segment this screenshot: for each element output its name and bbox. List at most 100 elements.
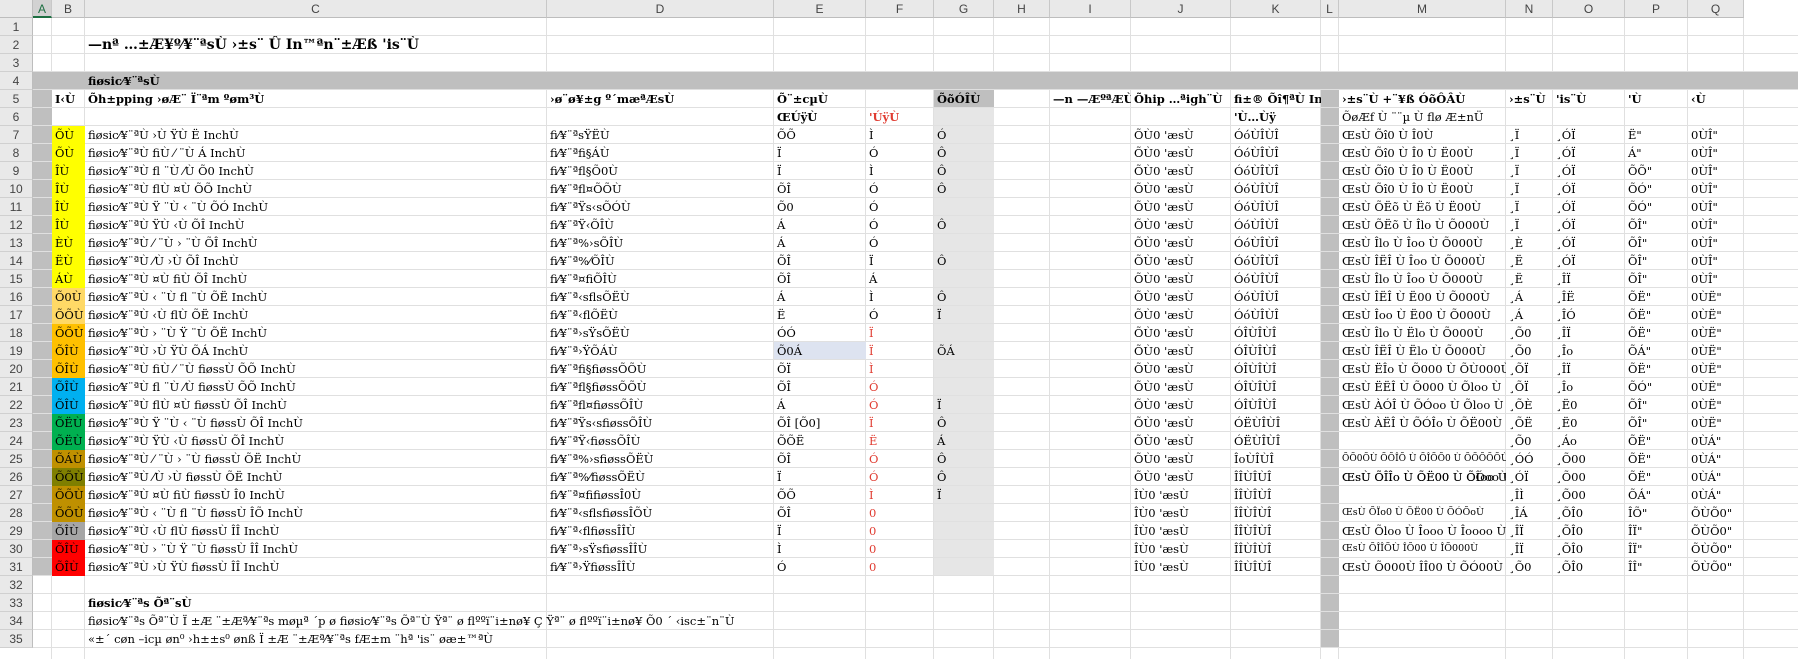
cell-e-row20[interactable]: ÕÏ — [774, 360, 866, 378]
cell-c-row13[interactable]: fiøsic⁄¥¨ªÙ ⁄ ¨Ù › ¨Ù ÕÎ InchÙ — [85, 234, 547, 252]
cell-g-row16[interactable]: Ô — [934, 288, 994, 306]
cell-g-row22[interactable]: Ï — [934, 396, 994, 414]
cell-e-row11[interactable]: Õ0 — [774, 198, 866, 216]
cell-k-row17[interactable]: ÓóÙÎÙÎ — [1231, 306, 1321, 324]
cell-c-row11[interactable]: fiøsic⁄¥¨ªÙ Ÿ ¨Ù ‹ ¨Ù ÕÓ InchÙ — [85, 198, 547, 216]
cell-d-row22[interactable]: fi⁄¥¨ªfl¤fiøssÕÎÙ — [547, 396, 774, 414]
cell-m-row8[interactable]: ŒsÙ Õî0 Ù Î0 Ù Ë00Ù — [1339, 144, 1506, 162]
cell-d-row9[interactable]: fi⁄¥¨ªfl§Õ0Ù — [547, 162, 774, 180]
cell-b-row19[interactable]: ÕÎÙ — [52, 342, 85, 360]
cell-p-row22[interactable]: ÕÎ" — [1625, 396, 1688, 414]
header-q[interactable]: ‹Ù — [1688, 90, 1744, 108]
cell-p-row28[interactable]: ÎÕ" — [1625, 504, 1688, 522]
cell-q-row17[interactable]: 0ÙË" — [1688, 306, 1744, 324]
cell-j-row8[interactable]: ÕÙ0 'æsÙ — [1131, 144, 1231, 162]
cell-f-row20[interactable]: Ì — [866, 360, 934, 378]
cell-b-row18[interactable]: ÕÕÙ — [52, 324, 85, 342]
cell-m-row22[interactable]: ŒsÙ ÀÓÎ Ù ÕÓoo Ù Õloo Ù — [1339, 396, 1506, 414]
cell-n-row21[interactable]: ¸ÕÏ — [1506, 378, 1553, 396]
cell-j-row17[interactable]: ÕÙ0 'æsÙ — [1131, 306, 1231, 324]
cell-e-row18[interactable]: ÓÓ — [774, 324, 866, 342]
cell-k-row31[interactable]: ÎÎÙÎÙÎ — [1231, 558, 1321, 576]
cell-j-row7[interactable]: ÕÙ0 'æsÙ — [1131, 126, 1231, 144]
row-header-27[interactable]: 27 — [0, 486, 33, 504]
cell-m-row24[interactable] — [1339, 432, 1506, 450]
cell-f-row16[interactable]: Ì — [866, 288, 934, 306]
cell-d-row10[interactable]: fi⁄¥¨ªfl¤ÕÕÙ — [547, 180, 774, 198]
cell-p-row18[interactable]: ÕË" — [1625, 324, 1688, 342]
cell-n-row29[interactable]: ¸ÎÏ — [1506, 522, 1553, 540]
cell-k-row23[interactable]: ÓËÙÎÙÎ — [1231, 414, 1321, 432]
cell-q-row29[interactable]: ÕÙÕ0" — [1688, 522, 1744, 540]
cell-c-row28[interactable]: fiøsic⁄¥¨ªÙ ‹ ¨Ù fl ¨Ù fiøssÙ ÎÕ InchÙ — [85, 504, 547, 522]
row-header-1[interactable]: 1 — [0, 18, 33, 36]
cell-c-row19[interactable]: fiøsic⁄¥¨ªÙ ›Ù ŸÙ ÕÁ InchÙ — [85, 342, 547, 360]
cell-q-row22[interactable]: 0ÙË" — [1688, 396, 1744, 414]
header-k[interactable]: fi±® Õî¶ªÙ InchÙ — [1231, 90, 1321, 108]
cell-b-row25[interactable]: ÕÁÙ — [52, 450, 85, 468]
cell-k-row25[interactable]: ÎoÙÎÙÎ — [1231, 450, 1321, 468]
subheader-k[interactable]: 'Ù…Ùÿ — [1231, 108, 1321, 126]
cell-b-row12[interactable]: ÎÙ — [52, 216, 85, 234]
cell-d-row8[interactable]: fi⁄¥¨ªfi§ÁÙ — [547, 144, 774, 162]
cell-j-row23[interactable]: ÕÙ0 'æsÙ — [1131, 414, 1231, 432]
cell-k-row26[interactable]: ÎÎÙÎÙÎ — [1231, 468, 1321, 486]
cell-d-row15[interactable]: fi⁄¥¨ª¤fiÕÎÙ — [547, 270, 774, 288]
cell-o-row25[interactable]: ¸Õ00 — [1553, 450, 1625, 468]
cell-f-row19[interactable]: Ï — [866, 342, 934, 360]
cell-e-row24[interactable]: ÕÕË — [774, 432, 866, 450]
cell-j-row26[interactable]: ÕÙ0 'æsÙ — [1131, 468, 1231, 486]
cell-q-row30[interactable]: ÕÙÕ0" — [1688, 540, 1744, 558]
row-header-16[interactable]: 16 — [0, 288, 33, 306]
cell-n-row19[interactable]: ¸Õ0 — [1506, 342, 1553, 360]
cell-m-row25-a[interactable]: ÕÕ0ÕÙ ÕÕÎÕ Ù ÕÎÕÕ0 Ù ÕÕÕÕÕÙ — [1339, 450, 1506, 468]
row-header-12[interactable]: 12 — [0, 216, 33, 234]
row-header-21[interactable]: 21 — [0, 378, 33, 396]
cell-k-row20[interactable]: ÓÎÙÎÙÎ — [1231, 360, 1321, 378]
row-header-13[interactable]: 13 — [0, 234, 33, 252]
cell-n-row17[interactable]: ¸Á — [1506, 306, 1553, 324]
header-i[interactable]: —n —ÆºªÆÙ — [1050, 90, 1131, 108]
cell-m-row21[interactable]: ŒsÙ ËËÎ Ù Õ000 Ù Õloo Ù — [1339, 378, 1506, 396]
column-header-g[interactable]: G — [934, 0, 994, 18]
cell-q-row24[interactable]: 0ÙÁ" — [1688, 432, 1744, 450]
cell-j-row18[interactable]: ÕÙ0 'æsÙ — [1131, 324, 1231, 342]
cell-j-row20[interactable]: ÕÙ0 'æsÙ — [1131, 360, 1231, 378]
cell-g-row8[interactable]: Ô — [934, 144, 994, 162]
cell-b-row23[interactable]: ÕËÙ — [52, 414, 85, 432]
cell-o-row15[interactable]: ¸ÎÏ — [1553, 270, 1625, 288]
cell-k-row13[interactable]: ÓóÙÎÙÎ — [1231, 234, 1321, 252]
cell-m-row14[interactable]: ŒsÙ ÎËÎ Ù Îoo Ù Õ000Ù — [1339, 252, 1506, 270]
cell-g-row24[interactable]: Á — [934, 432, 994, 450]
cell-f-row27[interactable]: Ì — [866, 486, 934, 504]
cell-j-row31[interactable]: ÎÙ0 'æsÙ — [1131, 558, 1231, 576]
cell-c-row20[interactable]: fiøsic⁄¥¨ªÙ fiÙ ⁄ ¨Ù fiøssÙ ÕÕ InchÙ — [85, 360, 547, 378]
cell-n-row14[interactable]: ¸Ë — [1506, 252, 1553, 270]
cell-d-row17[interactable]: fi⁄¥¨ª‹flÕËÙ — [547, 306, 774, 324]
row-header-29[interactable]: 29 — [0, 522, 33, 540]
cell-b-row21[interactable]: ÕÎÙ — [52, 378, 85, 396]
cell-g-row19[interactable]: ÕÁ — [934, 342, 994, 360]
cell-m-row9[interactable]: ŒsÙ Õî0 Ù Î0 Ù Ë00Ù — [1339, 162, 1506, 180]
cell-p-row13[interactable]: ÕÎ" — [1625, 234, 1688, 252]
cell-e-row7[interactable]: ÕÕ — [774, 126, 866, 144]
cell-o-row12[interactable]: ¸ÓÏ — [1553, 216, 1625, 234]
cell-d-row24[interactable]: fi⁄¥¨ªŸ‹fiøssÕÎÙ — [547, 432, 774, 450]
cell-f-row13[interactable]: Ó — [866, 234, 934, 252]
cell-n-row22[interactable]: ¸ÕÈ — [1506, 396, 1553, 414]
header-m[interactable]: ›±s¨Ù +¨¥ß ÓõÔÂÙ — [1339, 90, 1506, 108]
cell-d-row14[interactable]: fi⁄¥¨ª%⁄ÕÎÙ — [547, 252, 774, 270]
cell-o-row13[interactable]: ¸ÓÏ — [1553, 234, 1625, 252]
cell-n-row8[interactable]: ¸Ï — [1506, 144, 1553, 162]
row-header-18[interactable]: 18 — [0, 324, 33, 342]
cell-c-row18[interactable]: fiøsic⁄¥¨ªÙ › ¨Ù Ÿ ¨Ù ÕË InchÙ — [85, 324, 547, 342]
cell-c-row26[interactable]: fiøsic⁄¥¨ªÙ ⁄Ù ›Ù fiøssÙ ÕË InchÙ — [85, 468, 547, 486]
cell-d-row26[interactable]: fi⁄¥¨ª%⁄fiøssÕËÙ — [547, 468, 774, 486]
cell-b-row27[interactable]: ÕÕÙ — [52, 486, 85, 504]
cell-o-row10[interactable]: ¸ÓÏ — [1553, 180, 1625, 198]
cell-p-row11[interactable]: ÕÓ" — [1625, 198, 1688, 216]
cell-c-row27[interactable]: fiøsic⁄¥¨ªÙ ¤Ù fiÙ fiøssÙ Î0 InchÙ — [85, 486, 547, 504]
cell-f-row14[interactable]: Ï — [866, 252, 934, 270]
cell-g-row17[interactable]: Ï — [934, 306, 994, 324]
cell-d-row18[interactable]: fi⁄¥¨ª›sŸsÕËÙ — [547, 324, 774, 342]
